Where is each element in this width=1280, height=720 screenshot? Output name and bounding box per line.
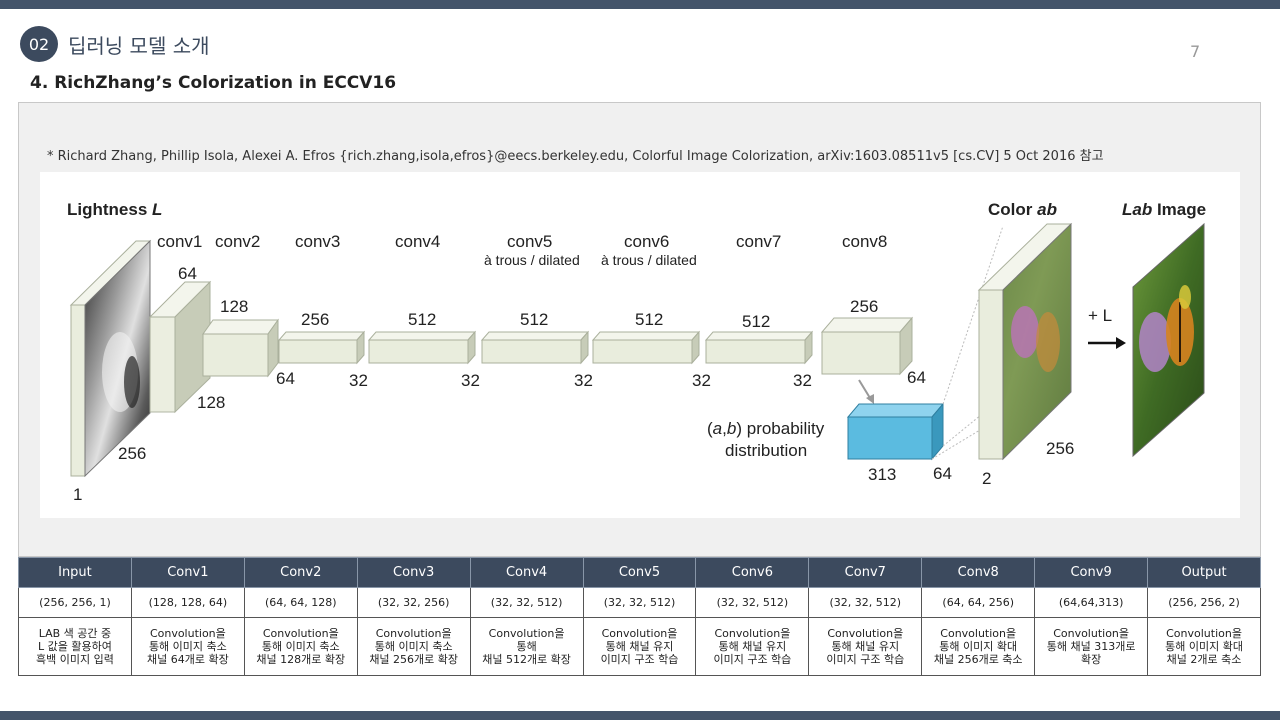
conv1-size-label: 128 xyxy=(197,393,225,412)
table-cell-shape: (32, 32, 256) xyxy=(356,587,471,618)
table-cell-shape: (64, 64, 256) xyxy=(921,587,1036,618)
conv5-block xyxy=(480,330,590,365)
prob-label-line2: distribution xyxy=(725,441,807,460)
conv4-channels-label: 512 xyxy=(408,310,436,329)
prob-depth-label: 313 xyxy=(868,465,896,484)
layer-name-conv4: conv4 xyxy=(395,232,440,251)
conv4-size-label: 32 xyxy=(461,371,480,390)
paper-reference: * Richard Zhang, Phillip Isola, Alexei A… xyxy=(47,149,1104,164)
conv7-size-label: 32 xyxy=(793,371,812,390)
conv4-block xyxy=(367,330,477,365)
conv6-block xyxy=(591,330,701,365)
color-ab-image xyxy=(977,222,1073,461)
top-accent-bar xyxy=(0,0,1280,9)
table-header-row: Input Conv1 Conv2 Conv3 Conv4 Conv5 Conv… xyxy=(18,557,1261,588)
table-cell-description: Convolution을 통해 이미지 축소 채널 64개로 확장 xyxy=(130,617,245,676)
conv2-block xyxy=(202,318,279,378)
table-header-cell: Conv8 xyxy=(921,557,1036,588)
probability-distribution-block xyxy=(846,402,945,461)
table-cell-shape: (256, 256, 1) xyxy=(18,587,132,618)
conv1-channels-label: 64 xyxy=(178,264,197,283)
section-number-badge: 02 xyxy=(20,26,58,62)
table-cell-description: Convolution을 통해 이미지 축소 채널 128개로 확장 xyxy=(243,617,358,676)
table-cell-description: LAB 색 공간 중 L 값을 활용하여 흑백 이미지 입력 xyxy=(18,617,132,676)
conv6-channels-label: 512 xyxy=(635,310,663,329)
layer-name-conv5: conv5 xyxy=(507,232,552,251)
table-header-cell: Conv9 xyxy=(1034,557,1149,588)
table-row-shapes: (256, 256, 1) (128, 128, 64) (64, 64, 12… xyxy=(18,587,1261,618)
color-channels-label: 2 xyxy=(982,469,991,488)
table-header-cell: Output xyxy=(1147,557,1261,588)
conv2-channels-label: 128 xyxy=(220,297,248,316)
table-cell-description: Convolution을 통해 채널 313개로 확장 xyxy=(1034,617,1149,676)
table-header-cell: Conv3 xyxy=(356,557,471,588)
table-cell-description: Convolution을 통해 이미지 확대 채널 256개로 축소 xyxy=(921,617,1036,676)
table-cell-description: Convolution을 통해 이미지 확대 채널 2개로 축소 xyxy=(1147,617,1261,676)
conv3-channels-label: 256 xyxy=(301,310,329,329)
conv8-channels-label: 256 xyxy=(850,297,878,316)
architecture-diagram: Lightness L 1 256 64 128 128 64 256 32 5… xyxy=(40,172,1240,518)
table-cell-shape: (64, 64, 128) xyxy=(243,587,358,618)
input-label: Lightness L xyxy=(67,200,162,219)
color-ab-label: Color ab xyxy=(988,200,1057,219)
prob-label-line1: (a,b) probability xyxy=(707,419,825,438)
table-cell-shape: (64,64,313) xyxy=(1034,587,1149,618)
page-number: 7 xyxy=(1190,42,1201,61)
color-size-label: 256 xyxy=(1046,439,1074,458)
layer-name-conv8: conv8 xyxy=(842,232,887,251)
conv5-size-label: 32 xyxy=(574,371,593,390)
table-header-cell: Conv6 xyxy=(695,557,810,588)
input-size-label: 256 xyxy=(118,444,146,463)
conv8-block xyxy=(820,316,914,376)
plus-l-label: + L xyxy=(1088,306,1112,325)
conv7-channels-label: 512 xyxy=(742,312,770,331)
table-cell-description: Convolution을 통해 채널 유지 이미지 구조 학습 xyxy=(582,617,697,676)
conv8-size-label: 64 xyxy=(907,368,926,387)
conv5-dilated-note: à trous / dilated xyxy=(484,252,580,268)
conv7-block xyxy=(704,330,814,365)
conv3-block xyxy=(277,330,366,365)
lab-output-image xyxy=(1132,222,1205,458)
conv3-size-label: 32 xyxy=(349,371,368,390)
layer-name-conv1: conv1 xyxy=(157,232,202,251)
table-cell-description: Convolution을 통해 채널 512개로 확장 xyxy=(469,617,584,676)
table-cell-description: Convolution을 통해 채널 유지 이미지 구조 학습 xyxy=(808,617,923,676)
table-cell-shape: (128, 128, 64) xyxy=(130,587,245,618)
conv5-channels-label: 512 xyxy=(520,310,548,329)
conv2-size-label: 64 xyxy=(276,369,295,388)
table-header-cell: Conv7 xyxy=(808,557,923,588)
table-cell-shape: (32, 32, 512) xyxy=(582,587,697,618)
table-cell-shape: (32, 32, 512) xyxy=(695,587,810,618)
prob-size-label: 64 xyxy=(933,464,952,483)
section-title: 딥러닝 모델 소개 xyxy=(68,34,210,58)
table-header-cell: Conv1 xyxy=(130,557,245,588)
table-header-cell: Input xyxy=(18,557,132,588)
table-cell-shape: (32, 32, 512) xyxy=(808,587,923,618)
table-header-cell: Conv5 xyxy=(582,557,697,588)
conv8-to-prob-arrow xyxy=(858,379,874,404)
table-cell-shape: (32, 32, 512) xyxy=(469,587,584,618)
input-lightness-image xyxy=(69,239,152,478)
input-width-label: 1 xyxy=(73,485,82,504)
layer-name-conv7: conv7 xyxy=(736,232,781,251)
table-header-cell: Conv2 xyxy=(243,557,358,588)
conv6-size-label: 32 xyxy=(692,371,711,390)
layer-name-conv2: conv2 xyxy=(215,232,260,251)
lab-image-label: Lab Image xyxy=(1122,200,1206,219)
bottom-accent-bar xyxy=(0,711,1280,720)
table-cell-description: Convolution을 통해 이미지 축소 채널 256개로 확장 xyxy=(356,617,471,676)
table-row-descriptions: LAB 색 공간 중 L 값을 활용하여 흑백 이미지 입력 Convoluti… xyxy=(18,617,1261,676)
layer-name-conv3: conv3 xyxy=(295,232,340,251)
table-cell-shape: (256, 256, 2) xyxy=(1147,587,1261,618)
layer-name-conv6: conv6 xyxy=(624,232,669,251)
plus-l-arrow xyxy=(1088,337,1126,349)
conv6-dilated-note: à trous / dilated xyxy=(601,252,697,268)
table-cell-description: Convolution을 통해 채널 유지 이미지 구조 학습 xyxy=(695,617,810,676)
table-header-cell: Conv4 xyxy=(469,557,584,588)
layer-names: conv1 conv2 conv3 conv4 conv5 conv6 conv… xyxy=(157,232,887,268)
slide-subtitle: 4. RichZhang’s Colorization in ECCV16 xyxy=(30,73,397,93)
architecture-table: Input Conv1 Conv2 Conv3 Conv4 Conv5 Conv… xyxy=(18,557,1261,676)
